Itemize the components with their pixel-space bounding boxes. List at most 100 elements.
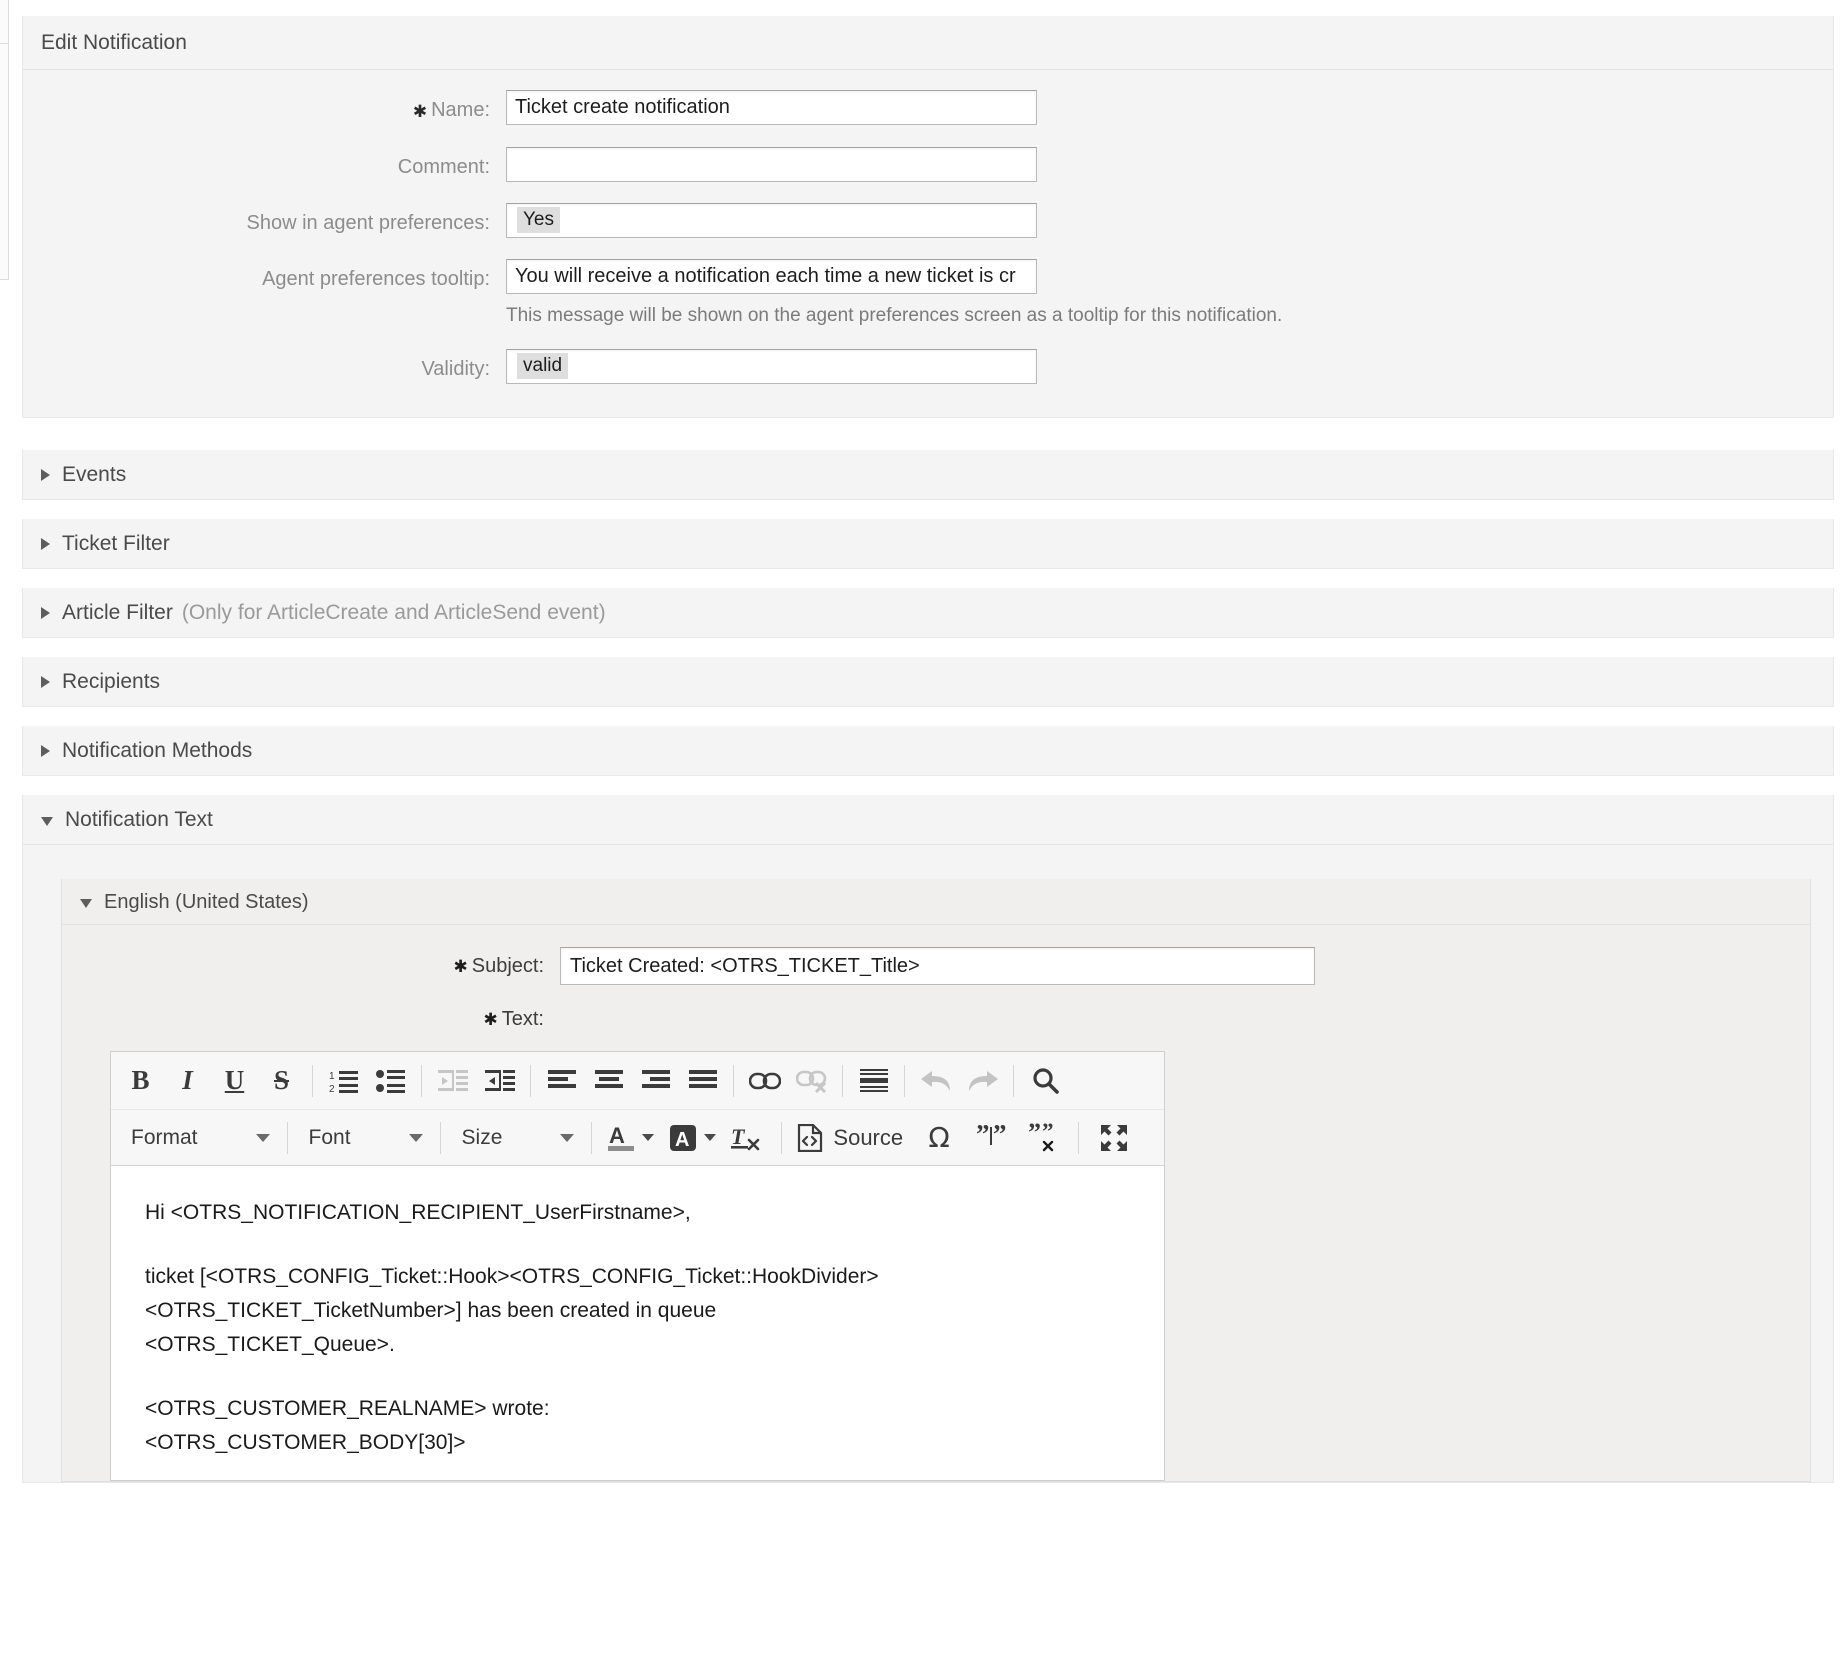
chevron-right-icon — [41, 745, 50, 757]
name-input[interactable]: Ticket create notification — [506, 90, 1037, 125]
widget-body: ✱Name: Ticket create notification Commen… — [23, 70, 1833, 417]
section-header-notification-text[interactable]: Notification Text — [23, 795, 1833, 844]
language-body: ✱ Subject: Ticket Created: <OTRS_TICKET_T… — [62, 925, 1810, 1481]
toolbar-divider — [1013, 1065, 1014, 1097]
chevron-down-icon — [560, 1134, 574, 1142]
field-row-subject: ✱ Subject: Ticket Created: <OTRS_TICKET_T… — [62, 947, 1810, 986]
source-code-icon — [797, 1124, 823, 1152]
section-header-ticket-filter[interactable]: Ticket Filter — [23, 519, 1833, 568]
chevron-right-icon — [41, 538, 50, 550]
text-color-icon[interactable]: A — [599, 1116, 659, 1160]
left-sidebar-divider — [0, 43, 9, 44]
section-recipients: Recipients — [22, 657, 1834, 707]
unlink-icon[interactable] — [788, 1059, 835, 1103]
chevron-down-icon — [256, 1134, 270, 1142]
bold-icon[interactable]: B — [117, 1059, 164, 1103]
field-row-comment: Comment: — [23, 147, 1833, 187]
format-dropdown[interactable]: Format — [117, 1116, 280, 1160]
format-dropdown-label: Format — [131, 1126, 198, 1150]
increase-indent-icon[interactable] — [476, 1059, 523, 1103]
editor-body[interactable]: Hi <OTRS_NOTIFICATION_RECIPIENT_UserFirs… — [111, 1166, 1164, 1480]
name-label-text: Name: — [431, 99, 490, 121]
special-character-icon[interactable]: Ω — [911, 1116, 967, 1160]
edit-notification-page: Edit Notification ✱Name: Ticket create n… — [0, 0, 1846, 1665]
undo-icon[interactable] — [912, 1059, 959, 1103]
decrease-indent-icon[interactable] — [429, 1059, 476, 1103]
subject-label-text: Subject: — [472, 955, 544, 977]
chevron-down-icon — [41, 817, 53, 826]
section-header-notification-methods[interactable]: Notification Methods — [23, 726, 1833, 775]
required-star: ✱ — [453, 957, 467, 976]
editor-paragraph: ticket [<OTRS_CONFIG_Ticket::Hook><OTRS_… — [145, 1260, 935, 1362]
language-header-english[interactable]: English (United States) — [62, 879, 1810, 925]
section-header-article-filter[interactable]: Article Filter (Only for ArticleCreate a… — [23, 588, 1833, 637]
section-label-notification-methods: Notification Methods — [62, 726, 252, 775]
remove-format-icon[interactable]: T — [720, 1116, 774, 1160]
agent-preferences-tooltip-hint: This message will be shown on the agent … — [506, 303, 1833, 329]
language-block-english: English (United States) ✱ Subject: Ticket… — [61, 879, 1811, 1482]
underline-icon[interactable]: U — [211, 1059, 258, 1103]
find-icon[interactable] — [1021, 1059, 1068, 1103]
toolbar-divider — [440, 1122, 441, 1154]
text-label: ✱Text: — [62, 1004, 560, 1035]
svg-text:T: T — [731, 1124, 746, 1149]
align-justify-icon[interactable] — [679, 1059, 726, 1103]
section-article-filter: Article Filter (Only for ArticleCreate a… — [22, 588, 1834, 638]
field-row-agent-preferences-tooltip: Agent preferences tooltip: You will rece… — [23, 259, 1833, 333]
svg-text:”: ” — [993, 1124, 1007, 1149]
section-header-events[interactable]: Events — [23, 450, 1833, 499]
horizontal-rule-icon[interactable] — [850, 1059, 897, 1103]
remove-quote-icon[interactable]: ” ” — [1019, 1116, 1071, 1160]
strikethrough-icon[interactable]: S — [258, 1059, 305, 1103]
source-button[interactable]: Source — [789, 1116, 911, 1160]
chevron-down-icon — [80, 899, 92, 908]
maximize-icon[interactable] — [1086, 1116, 1142, 1160]
toolbar-divider — [733, 1065, 734, 1097]
toolbar-divider — [904, 1065, 905, 1097]
source-button-label: Source — [833, 1125, 903, 1151]
section-header-recipients[interactable]: Recipients — [23, 657, 1833, 706]
blockquote-icon[interactable]: ” ” — [967, 1116, 1019, 1160]
align-center-icon[interactable] — [585, 1059, 632, 1103]
subject-input[interactable]: Ticket Created: <OTRS_TICKET_Title> — [560, 947, 1315, 985]
editor-toolbar: B I U S 1 2 — [111, 1052, 1164, 1166]
chevron-down-icon — [409, 1134, 423, 1142]
toolbar-divider — [530, 1065, 531, 1097]
numbered-list-icon[interactable]: 1 2 — [320, 1059, 367, 1103]
subject-label: ✱ Subject: — [62, 947, 560, 986]
svg-text:”: ” — [1028, 1123, 1041, 1147]
italic-icon[interactable]: I — [164, 1059, 211, 1103]
editor-toolbar-row-1: B I U S 1 2 — [111, 1052, 1164, 1109]
font-dropdown-label: Font — [309, 1126, 351, 1150]
text-label-text: Text: — [502, 1008, 544, 1030]
comment-input[interactable] — [506, 147, 1037, 182]
field-row-name: ✱Name: Ticket create notification — [23, 90, 1833, 131]
section-label-ticket-filter: Ticket Filter — [62, 519, 170, 568]
redo-icon[interactable] — [959, 1059, 1006, 1103]
field-row-show-in-agent-preferences: Show in agent preferences: Yes — [23, 203, 1833, 243]
show-in-agent-preferences-select[interactable]: Yes — [506, 203, 1037, 238]
section-ticket-filter: Ticket Filter — [22, 519, 1834, 569]
show-in-agent-preferences-value: Yes — [517, 207, 560, 233]
font-dropdown[interactable]: Font — [295, 1116, 433, 1160]
validity-select[interactable]: valid — [506, 349, 1037, 384]
align-right-icon[interactable] — [632, 1059, 679, 1103]
show-in-agent-preferences-label: Show in agent preferences: — [23, 203, 506, 243]
language-label: English (United States) — [104, 879, 309, 925]
background-color-icon[interactable]: A — [659, 1116, 720, 1160]
agent-preferences-tooltip-input[interactable]: You will receive a notification each tim… — [506, 259, 1037, 294]
size-dropdown[interactable]: Size — [448, 1116, 585, 1160]
editor-paragraph: <OTRS_CUSTOMER_REALNAME> wrote: <OTRS_CU… — [145, 1392, 1130, 1460]
bulleted-list-icon[interactable] — [367, 1059, 414, 1103]
section-sublabel-article-filter: (Only for ArticleCreate and ArticleSend … — [182, 588, 606, 637]
align-left-icon[interactable] — [538, 1059, 585, 1103]
section-notification-text: Notification Text English (United States… — [22, 795, 1834, 1483]
required-star: ✱ — [484, 1010, 498, 1029]
editor-toolbar-row-2: Format Font — [111, 1109, 1164, 1165]
left-sidebar-stub — [0, 0, 9, 280]
agent-preferences-tooltip-label: Agent preferences tooltip: — [23, 259, 506, 299]
required-star: ✱ — [413, 102, 427, 121]
link-icon[interactable] — [741, 1059, 788, 1103]
toolbar-divider — [287, 1122, 288, 1154]
section-label-article-filter: Article Filter — [62, 588, 173, 637]
